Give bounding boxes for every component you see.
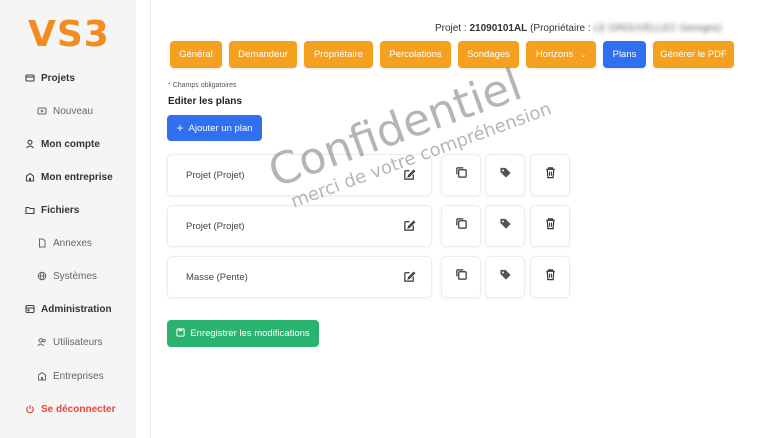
sidebar-item-systemes[interactable]: Systèmes	[36, 270, 97, 282]
delete-button[interactable]	[530, 205, 570, 247]
sidebar-item-mon-compte[interactable]: Mon compte	[24, 138, 100, 150]
plan-row: Projet (Projet)	[167, 205, 571, 247]
sidebar-item-label: Administration	[41, 303, 112, 315]
globe-icon	[36, 270, 48, 282]
edit-icon[interactable]	[403, 270, 417, 284]
power-icon	[24, 403, 36, 415]
edit-icon[interactable]	[403, 219, 417, 233]
user-icon	[24, 138, 36, 150]
plan-name: Projet (Projet)	[186, 221, 245, 232]
tag-icon	[499, 268, 512, 286]
sidebar-item-logout[interactable]: Se déconnecter	[24, 403, 115, 415]
tab-proprietaire[interactable]: Propriétaire	[304, 41, 373, 68]
tab-generer-pdf[interactable]: Générer le PDF	[653, 41, 734, 68]
sidebar-item-label: Utilisateurs	[53, 336, 103, 348]
owner-name: LE GROUVELLEC Georges)	[593, 23, 722, 34]
plan-name: Projet (Projet)	[186, 170, 245, 181]
edit-icon[interactable]	[403, 168, 417, 182]
folder-icon	[24, 204, 36, 216]
sidebar-item-label: Systèmes	[53, 270, 97, 282]
duplicate-button[interactable]	[441, 205, 481, 247]
sidebar-item-label: Entreprises	[53, 370, 104, 382]
plan-card: Masse (Pente)	[167, 256, 432, 298]
app-logo[interactable]: VS3	[28, 14, 110, 55]
plan-row: Projet (Projet)	[167, 154, 571, 196]
tab-horizons[interactable]: Horizons ⌄	[526, 41, 596, 68]
sidebar: VS3 Projets Nouveau Mon compte Mon entre…	[0, 0, 136, 438]
sidebar-item-label: Fichiers	[41, 204, 80, 216]
sidebar-item-projets[interactable]: Projets	[24, 72, 75, 84]
sidebar-item-label: Nouveau	[53, 105, 94, 117]
sidebar-item-label: Se déconnecter	[41, 403, 116, 415]
sidebar-item-mon-entreprise[interactable]: Mon entreprise	[24, 171, 113, 183]
plan-name: Masse (Pente)	[186, 272, 248, 283]
add-plan-label: Ajouter un plan	[188, 122, 253, 134]
tag-button[interactable]	[485, 256, 525, 298]
sidebar-item-label: Mon entreprise	[41, 171, 113, 183]
tab-general[interactable]: Général	[170, 41, 222, 68]
save-icon	[176, 327, 185, 340]
duplicate-button[interactable]	[441, 256, 481, 298]
sidebar-item-administration[interactable]: Administration	[24, 303, 112, 315]
plan-card: Projet (Projet)	[167, 205, 432, 247]
users-icon	[36, 336, 48, 348]
tab-demandeur[interactable]: Demandeur	[229, 41, 297, 68]
tab-horizons-label: Horizons	[535, 49, 574, 60]
owner-prefix: (Propriétaire :	[527, 23, 594, 34]
building-icon	[24, 171, 36, 183]
delete-button[interactable]	[530, 154, 570, 196]
trash-icon	[544, 217, 557, 235]
tab-plans[interactable]: Plans	[603, 41, 646, 68]
sidebar-item-annexes[interactable]: Annexes	[36, 237, 92, 249]
plan-row: Masse (Pente)	[167, 256, 571, 298]
sidebar-item-fichiers[interactable]: Fichiers	[24, 204, 79, 216]
sidebar-item-nouveau[interactable]: Nouveau	[36, 105, 93, 117]
save-button[interactable]: Enregistrer les modifications	[167, 320, 319, 347]
tab-sondages[interactable]: Sondages	[458, 41, 519, 68]
trash-icon	[544, 166, 557, 184]
plan-card: Projet (Projet)	[167, 154, 432, 196]
file-icon	[36, 237, 48, 249]
sidebar-item-label: Projets	[41, 72, 75, 84]
copy-icon	[455, 166, 468, 184]
sidebar-item-label: Annexes	[53, 237, 92, 249]
delete-button[interactable]	[530, 256, 570, 298]
save-button-label: Enregistrer les modifications	[190, 328, 310, 339]
sidebar-item-entreprises[interactable]: Entreprises	[36, 370, 104, 382]
section-title: Editer les plans	[168, 96, 242, 107]
projects-icon	[24, 72, 36, 84]
duplicate-button[interactable]	[441, 154, 481, 196]
required-note-text: Champs obligatoires	[172, 82, 237, 89]
required-fields-note: * Champs obligatoires	[168, 82, 237, 89]
building-icon	[36, 370, 48, 382]
copy-icon	[455, 268, 468, 286]
copy-icon	[455, 217, 468, 235]
new-folder-icon	[36, 105, 48, 117]
tab-percolations[interactable]: Percolations	[380, 41, 451, 68]
tag-icon	[499, 166, 512, 184]
project-header: Projet : 21090101AL (Propriétaire : LE G…	[435, 23, 721, 34]
tab-bar: Général Demandeur Propriétaire Percolati…	[170, 41, 734, 68]
sidebar-item-utilisateurs[interactable]: Utilisateurs	[36, 336, 102, 348]
trash-icon	[544, 268, 557, 286]
tag-button[interactable]	[485, 205, 525, 247]
plus-icon: +	[176, 121, 184, 135]
content-divider	[150, 0, 151, 438]
project-prefix: Projet :	[435, 23, 470, 34]
tag-icon	[499, 217, 512, 235]
sidebar-item-label: Mon compte	[41, 138, 100, 150]
admin-icon	[24, 303, 36, 315]
chevron-down-icon: ⌄	[580, 51, 587, 59]
add-plan-button[interactable]: + Ajouter un plan	[167, 115, 262, 141]
project-number: 21090101AL	[469, 23, 528, 34]
tag-button[interactable]	[485, 154, 525, 196]
